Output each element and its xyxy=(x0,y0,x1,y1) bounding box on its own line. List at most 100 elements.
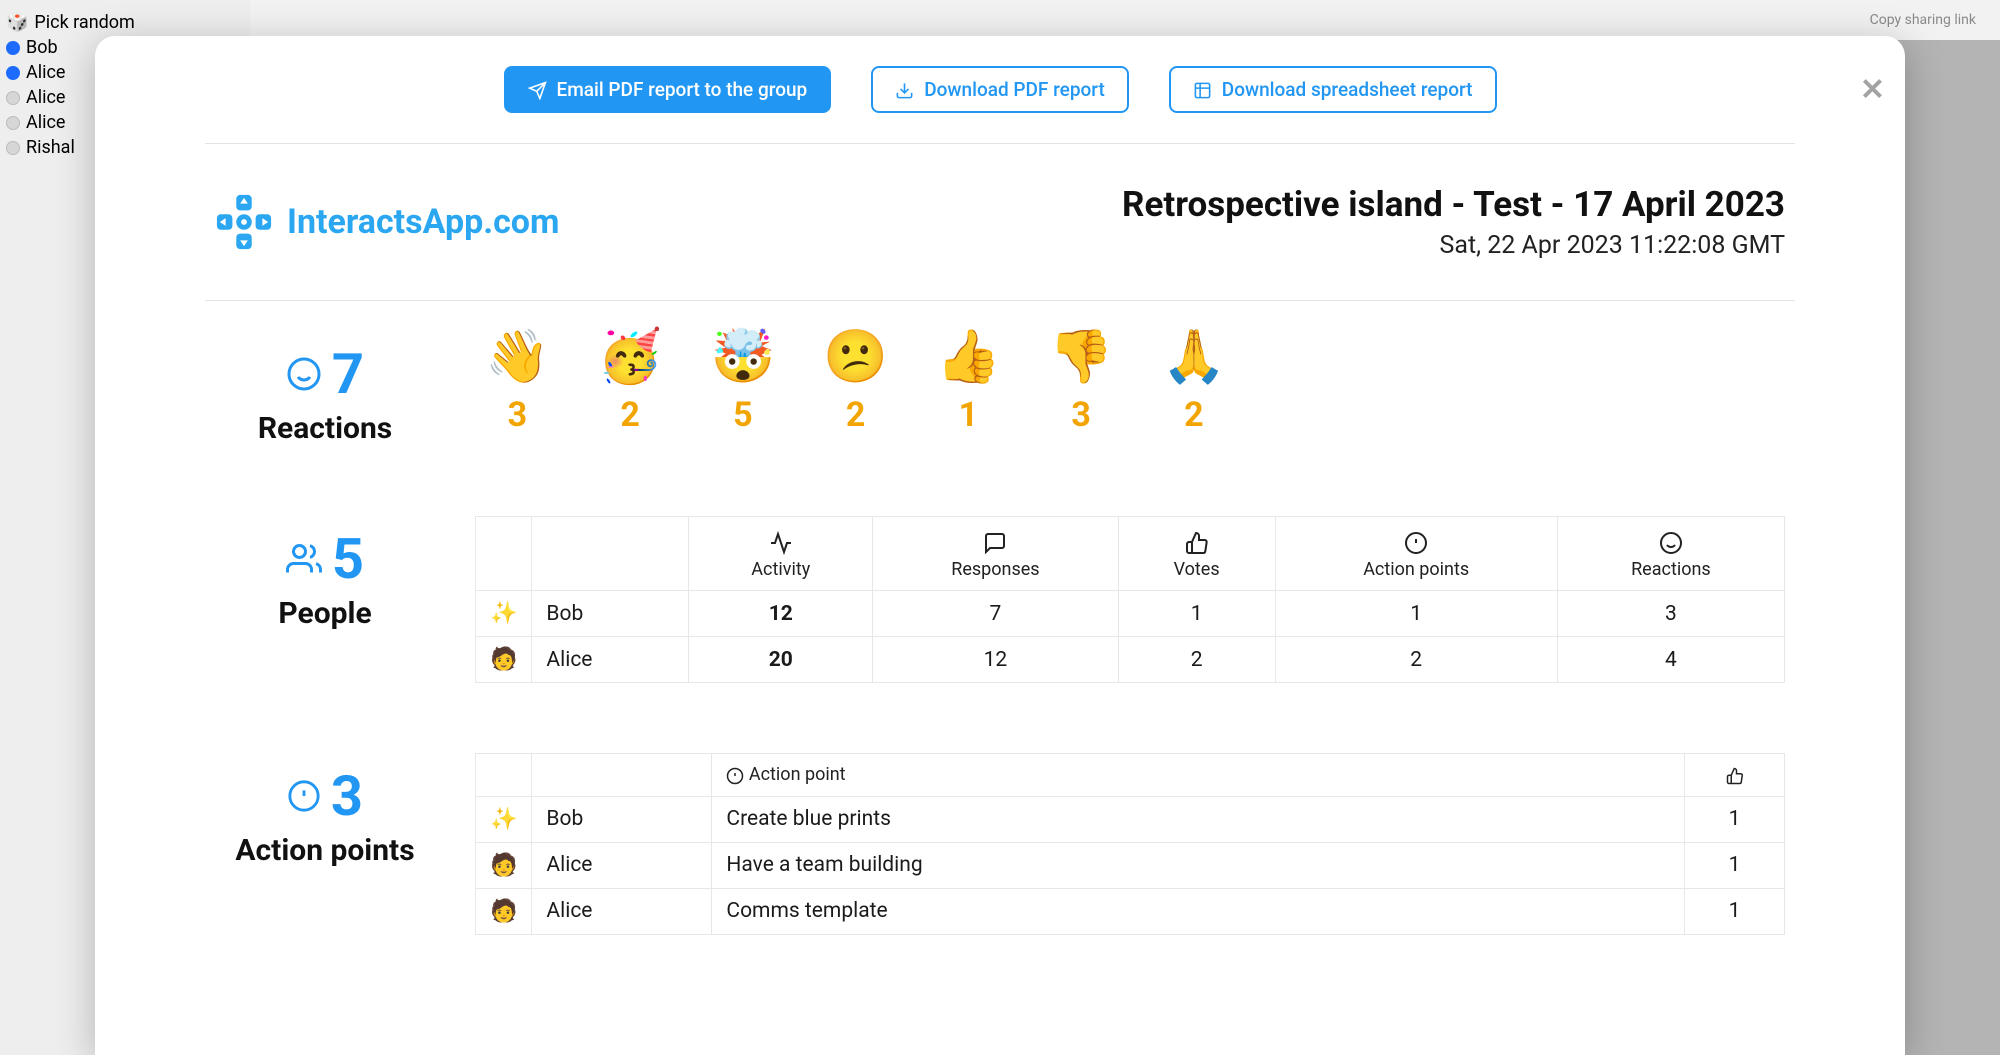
status-dot-icon xyxy=(6,41,20,55)
alert-circle-icon xyxy=(287,779,321,813)
brand-logo-icon xyxy=(215,193,273,251)
action-points-value: 2 xyxy=(1275,637,1557,683)
table-row: 🧑 Alice 20 12 2 2 4 xyxy=(476,637,1785,683)
confused-emoji-icon: 😕 xyxy=(823,331,888,383)
action-point-text: Create blue prints xyxy=(712,796,1685,842)
avatar-icon: 🧑 xyxy=(476,637,532,683)
avatar-icon: 🧑 xyxy=(476,888,532,934)
activity-value: 20 xyxy=(689,637,873,683)
download-spreadsheet-button[interactable]: Download spreadsheet report xyxy=(1169,66,1497,113)
person-name: Bob xyxy=(532,796,712,842)
reaction-count: 2 xyxy=(1162,395,1227,435)
reaction-item: 👋 3 xyxy=(485,331,550,435)
ap-col-action-point: Action point xyxy=(712,754,1685,797)
people-col-responses: Responses xyxy=(873,517,1118,591)
avatar-icon: ✨ xyxy=(476,591,532,637)
close-modal-button[interactable]: ✕ xyxy=(1860,72,1885,107)
alert-circle-icon xyxy=(726,765,748,786)
report-modal: Email PDF report to the group Download P… xyxy=(95,36,1905,1055)
reaction-item: 🥳 2 xyxy=(598,331,663,435)
users-icon xyxy=(286,541,322,577)
download-pdf-label: Download PDF report xyxy=(924,78,1105,101)
action-point-votes: 1 xyxy=(1685,888,1785,934)
party-emoji-icon: 🥳 xyxy=(598,331,663,383)
download-icon xyxy=(895,78,914,101)
report-title-block: Retrospective island - Test - 17 April 2… xyxy=(1122,184,1785,260)
toolbar-background: Copy sharing link xyxy=(250,0,2000,40)
avatar-icon: ✨ xyxy=(476,796,532,842)
participant-name: Rishal xyxy=(26,137,75,158)
copy-sharing-link-label[interactable]: Copy sharing link xyxy=(1870,12,1976,28)
reaction-count: 3 xyxy=(1049,395,1114,435)
person-name: Alice xyxy=(532,637,689,683)
reaction-item: 🙏 2 xyxy=(1162,331,1227,435)
ap-col-avatar xyxy=(476,754,532,797)
action-points-metric: 3 Action points xyxy=(215,753,435,868)
participant-name: Alice xyxy=(26,112,65,133)
people-section: 5 People Activity xyxy=(215,516,1785,683)
participant-name: Alice xyxy=(26,62,65,83)
people-col-reactions: Reactions xyxy=(1557,517,1784,591)
participant-name: Alice xyxy=(26,87,65,108)
table-row: 🧑 Alice Comms template 1 xyxy=(476,888,1785,934)
people-col-action-points: Action points xyxy=(1275,517,1557,591)
reaction-count: 2 xyxy=(823,395,888,435)
status-dot-icon xyxy=(6,66,20,80)
action-point-votes: 1 xyxy=(1685,842,1785,888)
action-points-value: 1 xyxy=(1275,591,1557,637)
action-point-text: Have a team building xyxy=(712,842,1685,888)
smile-icon xyxy=(1572,527,1770,555)
person-name: Alice xyxy=(532,842,712,888)
action-points-label: Action points xyxy=(215,833,435,868)
avatar-icon: 🧑 xyxy=(476,842,532,888)
activity-icon xyxy=(703,527,858,555)
send-icon xyxy=(528,78,547,101)
report-title: Retrospective island - Test - 17 April 2… xyxy=(1122,184,1785,225)
message-icon xyxy=(887,527,1103,555)
close-icon: ✕ xyxy=(1860,72,1885,107)
ap-col-votes xyxy=(1685,754,1785,797)
people-total: 5 xyxy=(332,526,364,592)
reactions-grid: 👋 3 🥳 2 🤯 5 😕 2 👍 1 xyxy=(475,331,1785,435)
votes-value: 2 xyxy=(1118,637,1275,683)
mindblown-emoji-icon: 🤯 xyxy=(711,331,776,383)
status-dot-icon xyxy=(6,116,20,130)
reaction-item: 👍 1 xyxy=(936,331,1001,435)
action-points-table: Action point ✨ Bob Create blue prints xyxy=(475,753,1785,935)
table-icon xyxy=(1193,78,1212,101)
download-pdf-button[interactable]: Download PDF report xyxy=(871,66,1129,113)
email-report-label: Email PDF report to the group xyxy=(557,78,808,101)
thumbsup-icon xyxy=(1133,527,1261,555)
ap-col-name xyxy=(532,754,712,797)
action-point-text: Comms template xyxy=(712,888,1685,934)
people-label: People xyxy=(215,596,435,631)
responses-value: 12 xyxy=(873,637,1118,683)
dice-icon: 🎲 xyxy=(6,12,28,33)
pray-emoji-icon: 🙏 xyxy=(1162,331,1227,383)
people-table: Activity Responses Votes xyxy=(475,516,1785,683)
people-col-votes: Votes xyxy=(1118,517,1275,591)
reaction-count: 3 xyxy=(485,395,550,435)
alert-circle-icon xyxy=(1290,527,1543,555)
reactions-total: 7 xyxy=(332,341,364,407)
report-content: 7 Reactions 👋 3 🥳 2 🤯 5 😕 xyxy=(145,301,1855,935)
reaction-count: 1 xyxy=(936,395,1001,435)
reactions-metric: 7 Reactions xyxy=(215,331,435,446)
reaction-item: 😕 2 xyxy=(823,331,888,435)
pick-random-button[interactable]: 🎲 Pick random xyxy=(4,10,246,35)
reactions-value: 4 xyxy=(1557,637,1784,683)
person-name: Bob xyxy=(532,591,689,637)
download-spreadsheet-label: Download spreadsheet report xyxy=(1222,78,1473,101)
reactions-label: Reactions xyxy=(215,411,435,446)
status-dot-icon xyxy=(6,141,20,155)
reaction-count: 2 xyxy=(598,395,663,435)
action-points-section: 3 Action points Action point xyxy=(215,753,1785,935)
report-datetime: Sat, 22 Apr 2023 11:22:08 GMT xyxy=(1122,231,1785,260)
action-point-votes: 1 xyxy=(1685,796,1785,842)
participant-name: Bob xyxy=(26,37,58,58)
email-report-button[interactable]: Email PDF report to the group xyxy=(504,66,832,113)
responses-value: 7 xyxy=(873,591,1118,637)
status-dot-icon xyxy=(6,91,20,105)
reaction-item: 🤯 5 xyxy=(711,331,776,435)
votes-value: 1 xyxy=(1118,591,1275,637)
